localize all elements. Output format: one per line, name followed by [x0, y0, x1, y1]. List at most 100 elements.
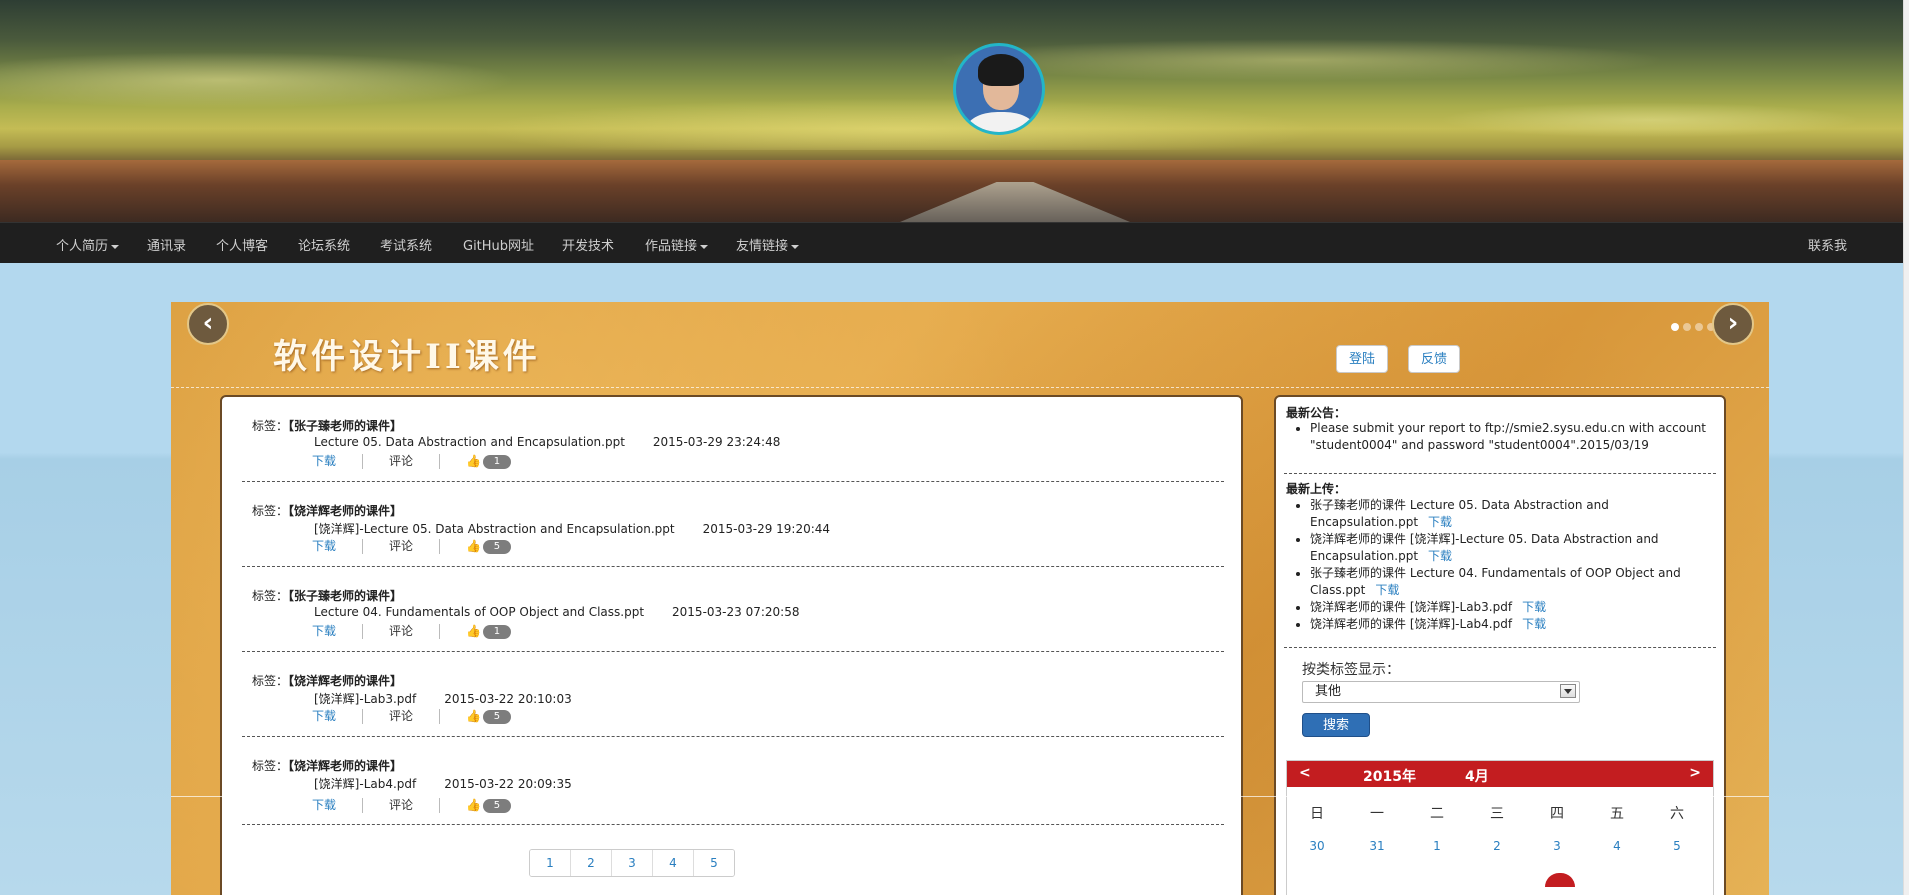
- main-navbar: 个人简历 通讯录 个人博客 论坛系统 考试系统 GitHub网址 开发技术 作品…: [0, 222, 1903, 264]
- carousel-prev-button[interactable]: ‹: [187, 303, 229, 345]
- uploads-title: 最新上传：: [1286, 482, 1347, 496]
- entry-actions: 下载 评论 👍 1: [312, 622, 511, 639]
- page-link[interactable]: 3: [612, 850, 653, 876]
- divider: [242, 824, 1224, 825]
- entry-tag: 标签：【饶洋辉老师的课件】: [252, 674, 403, 688]
- window-scrollbar[interactable]: [1903, 0, 1909, 895]
- calendar-day[interactable]: 2: [1477, 839, 1517, 853]
- list-item: 饶洋辉老师的课件 [饶洋辉]-Lab3.pdf 下载: [1296, 599, 1710, 616]
- entry-date: 2015-03-22 20:09:35: [444, 777, 572, 791]
- profile-avatar[interactable]: [953, 43, 1045, 135]
- nav-contact-me[interactable]: 联系我: [1808, 235, 1847, 254]
- slide-title: 软件设计II课件: [273, 337, 541, 377]
- list-item: 张子臻老师的课件 Lecture 04. Fundamentals of OOP…: [1296, 565, 1710, 599]
- thumbs-up-icon: 👍: [466, 798, 481, 812]
- calendar-prev-button[interactable]: <: [1299, 765, 1311, 781]
- thumbs-up-icon: 👍: [466, 709, 481, 723]
- like-button[interactable]: 👍 5: [466, 798, 511, 813]
- today-marker: [1545, 873, 1575, 887]
- calendar-year: 2015年: [1363, 769, 1416, 785]
- like-button[interactable]: 👍 1: [466, 624, 511, 639]
- nav-item-contacts[interactable]: 通讯录: [147, 235, 186, 254]
- chevron-down-icon: [700, 244, 709, 249]
- weekday-label: 二: [1430, 806, 1444, 822]
- entry-file: [饶洋辉]-Lab4.pdf 2015-03-22 20:09:35: [314, 777, 572, 791]
- entry-tag: 标签：【饶洋辉老师的课件】: [252, 759, 403, 773]
- announcement-title: 最新公告：: [1286, 406, 1347, 420]
- download-link[interactable]: 下载: [1375, 583, 1399, 597]
- weekday-label: 六: [1670, 806, 1684, 822]
- download-link[interactable]: 下载: [312, 454, 336, 468]
- weekday-label: 日: [1310, 806, 1324, 822]
- comment-link[interactable]: 评论: [389, 798, 413, 812]
- entry-actions: 下载 评论 👍 5: [312, 537, 511, 554]
- chevron-down-icon: [791, 244, 800, 249]
- filter-label: 按类标签显示：: [1302, 662, 1400, 678]
- like-button[interactable]: 👍 5: [466, 539, 511, 554]
- download-link[interactable]: 下载: [312, 798, 336, 812]
- calendar: < 2015年 4月 > 日 一 二 三 四 五 六 30 31 1 2 3 4…: [1286, 760, 1714, 895]
- feedback-button[interactable]: 反馈: [1408, 345, 1461, 373]
- divider: [1284, 647, 1716, 648]
- page-link[interactable]: 4: [653, 850, 694, 876]
- calendar-day[interactable]: 4: [1597, 839, 1637, 853]
- carousel-next-button[interactable]: ›: [1712, 303, 1754, 345]
- calendar-next-button[interactable]: >: [1689, 765, 1701, 781]
- calendar-header: < 2015年 4月 >: [1287, 761, 1713, 787]
- nav-item-exam[interactable]: 考试系统: [380, 235, 432, 254]
- nav-item-github[interactable]: GitHub网址: [463, 235, 534, 254]
- weekday-label: 五: [1610, 806, 1624, 822]
- separator: [439, 624, 441, 639]
- page-link[interactable]: 2: [571, 850, 612, 876]
- calendar-day[interactable]: 5: [1657, 839, 1697, 853]
- page-link[interactable]: 1: [530, 850, 571, 876]
- page-link[interactable]: 5: [694, 850, 734, 876]
- login-button[interactable]: 登陆: [1336, 345, 1389, 373]
- nav-item-blog[interactable]: 个人博客: [216, 235, 268, 254]
- list-item: 标签：【张子臻老师的课件】 Lecture 04. Fundamentals o…: [222, 567, 1241, 652]
- list-item: 张子臻老师的课件 Lecture 05. Data Abstraction an…: [1296, 497, 1710, 531]
- nav-item-forum[interactable]: 论坛系统: [298, 235, 350, 254]
- nav-item-resume[interactable]: 个人简历: [56, 235, 120, 254]
- download-link[interactable]: 下载: [1522, 617, 1546, 631]
- calendar-day[interactable]: 3: [1537, 839, 1577, 853]
- category-select[interactable]: 其他: [1302, 681, 1580, 703]
- calendar-day[interactable]: 31: [1357, 839, 1397, 853]
- comment-link[interactable]: 评论: [389, 709, 413, 723]
- pagination: 1 2 3 4 5: [529, 849, 735, 877]
- carousel-dot[interactable]: [1671, 323, 1679, 331]
- like-count: 1: [482, 454, 511, 469]
- avatar-shirt: [966, 112, 1036, 132]
- search-button[interactable]: 搜索: [1302, 713, 1370, 737]
- separator: [439, 454, 441, 469]
- calendar-day[interactable]: 1: [1417, 839, 1457, 853]
- like-button[interactable]: 👍 1: [466, 454, 511, 469]
- separator: [362, 798, 364, 813]
- download-link[interactable]: 下载: [1428, 549, 1452, 563]
- carousel-dot[interactable]: [1695, 323, 1703, 331]
- uploads-list: 张子臻老师的课件 Lecture 05. Data Abstraction an…: [1296, 497, 1710, 633]
- entry-date: 2015-03-29 19:20:44: [702, 522, 831, 536]
- list-item: 标签：【饶洋辉老师的课件】 [饶洋辉]-Lecture 05. Data Abs…: [222, 482, 1241, 567]
- download-link[interactable]: 下载: [1428, 515, 1452, 529]
- download-link[interactable]: 下载: [1522, 600, 1546, 614]
- download-link[interactable]: 下载: [312, 539, 336, 553]
- comment-link[interactable]: 评论: [389, 539, 413, 553]
- announcement-text: Please submit your report to ftp://smie2…: [1296, 420, 1710, 454]
- course-slide: 软件设计II课件 登陆 反馈 标签：【张子臻老师的课件】 Lecture 05.…: [171, 302, 1769, 895]
- nav-item-works[interactable]: 作品链接: [645, 235, 709, 254]
- calendar-day[interactable]: 30: [1297, 839, 1337, 853]
- comment-link[interactable]: 评论: [389, 624, 413, 638]
- divider: [1284, 473, 1716, 474]
- separator: [362, 539, 364, 554]
- entry-actions: 下载 评论 👍 5: [312, 796, 511, 813]
- carousel-dot[interactable]: [1683, 323, 1691, 331]
- entry-file: Lecture 04. Fundamentals of OOP Object a…: [314, 605, 800, 619]
- nav-item-tech[interactable]: 开发技术: [562, 235, 614, 254]
- download-link[interactable]: 下载: [312, 709, 336, 723]
- like-button[interactable]: 👍 5: [466, 709, 511, 724]
- download-link[interactable]: 下载: [312, 624, 336, 638]
- chevron-down-icon: [1560, 684, 1576, 698]
- comment-link[interactable]: 评论: [389, 454, 413, 468]
- nav-item-friends[interactable]: 友情链接: [736, 235, 800, 254]
